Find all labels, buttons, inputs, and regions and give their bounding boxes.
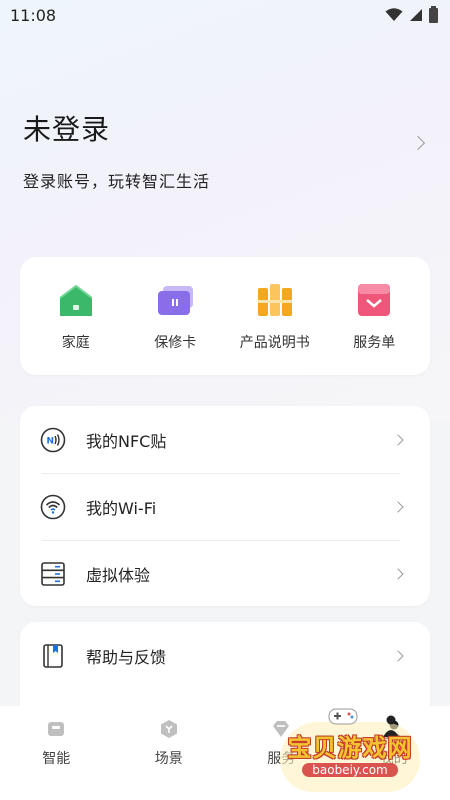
nav-tab-scene[interactable]: 场景 <box>129 718 209 800</box>
chevron-right-icon <box>392 433 404 446</box>
list-item-virtual-experience[interactable]: 虚拟体验 <box>20 540 430 607</box>
warranty-card-icon <box>158 286 194 315</box>
status-bar: 11:08 <box>0 0 450 30</box>
chevron-right-icon <box>392 649 404 662</box>
status-time: 11:08 <box>10 5 57 25</box>
book-icon <box>43 643 63 668</box>
quick-actions-card: 家庭 保修卡 产品说明书 服务单 <box>20 257 430 375</box>
list-item-wifi[interactable]: 我的Wi-Fi <box>20 473 430 540</box>
wifi-icon <box>40 494 66 519</box>
login-subtitle: 登录账号，玩转智汇生活 <box>23 172 211 191</box>
quick-action-home[interactable]: 家庭 <box>28 280 124 352</box>
quick-action-warranty[interactable]: 保修卡 <box>127 280 223 352</box>
game-controller-icon <box>328 708 358 725</box>
quick-action-manual[interactable]: 产品说明书 <box>227 280 323 352</box>
quick-action-label: 服务单 <box>353 335 396 351</box>
scene-icon <box>160 720 177 738</box>
list-item-help-feedback[interactable]: 帮助与反馈 <box>20 622 430 689</box>
list-item-label: 虚拟体验 <box>86 565 151 585</box>
quick-action-service-order[interactable]: 服务单 <box>326 280 422 352</box>
list-item-label: 我的Wi-Fi <box>86 498 157 518</box>
status-icons <box>385 5 438 23</box>
watermark-title: 宝贝游戏网 <box>287 734 413 762</box>
watermark-url: baobeiy.com <box>302 763 398 777</box>
quick-action-label: 产品说明书 <box>239 335 310 351</box>
nav-label: 智能 <box>42 751 71 767</box>
login-status-title: 未登录 <box>23 113 111 146</box>
quick-action-label: 保修卡 <box>154 335 197 351</box>
device-list-card: N 我的NFC贴 我的Wi-Fi 虚拟体验 <box>20 406 430 606</box>
nav-tab-smart[interactable]: 智能 <box>16 718 96 800</box>
smart-device-icon <box>48 722 65 736</box>
nfc-icon: N <box>40 427 66 452</box>
quick-action-label: 家庭 <box>61 335 90 351</box>
nav-label: 场景 <box>154 751 183 767</box>
chevron-right-icon <box>392 567 404 580</box>
wifi-status-icon <box>385 8 403 21</box>
site-watermark: 宝贝游戏网 baobeiy.com <box>270 702 430 792</box>
list-item-label: 我的NFC贴 <box>86 431 167 451</box>
svg-text:N: N <box>47 436 55 446</box>
battery-icon <box>429 5 438 23</box>
manual-icon <box>257 284 292 316</box>
service-order-icon <box>358 284 391 316</box>
chevron-right-icon <box>392 500 404 513</box>
login-prompt[interactable]: 未登录 登录账号，玩转智汇生活 <box>23 108 433 192</box>
list-item-label: 帮助与反馈 <box>86 647 167 667</box>
home-icon <box>59 284 93 316</box>
signal-icon <box>410 9 422 21</box>
list-item-nfc[interactable]: N 我的NFC贴 <box>20 406 430 473</box>
server-icon <box>41 561 65 586</box>
